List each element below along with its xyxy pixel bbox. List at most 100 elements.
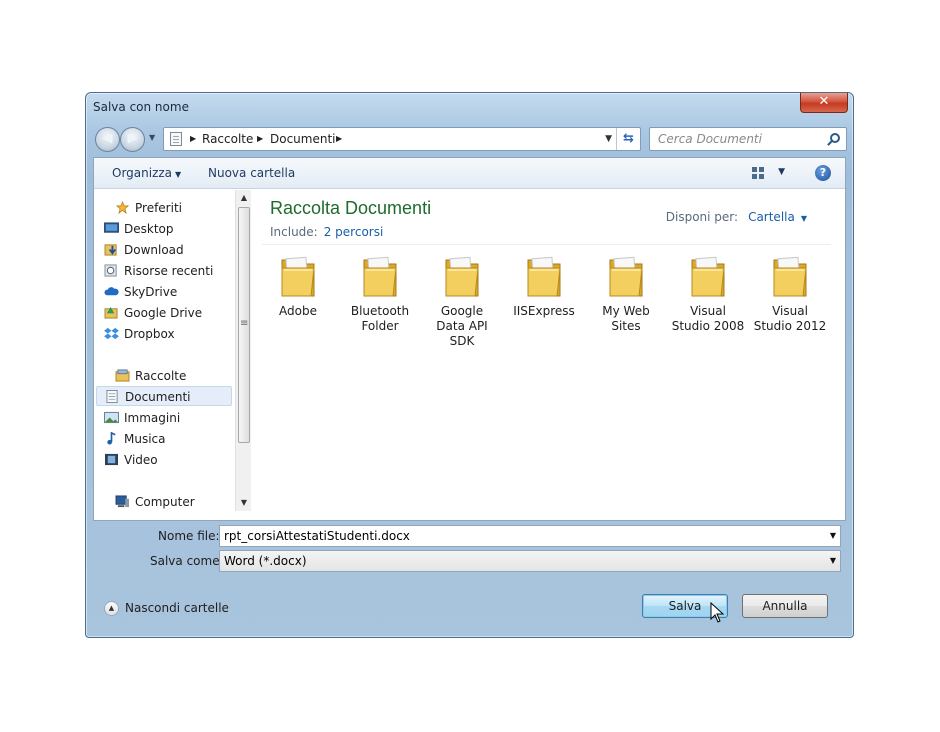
library-title: Raccolta Documenti (270, 198, 432, 218)
search-icon[interactable] (830, 133, 840, 143)
sidebar-item-documents[interactable]: Documenti (96, 386, 232, 406)
folder-item[interactable]: Bluetooth Folder (340, 252, 420, 334)
back-button[interactable]: ◀ (95, 127, 120, 152)
folder-icon (445, 256, 479, 297)
save-as-type-value[interactable]: Word (*.docx) (224, 554, 307, 568)
content-pane: Organizza ▼ Nuova cartella ▼ ? Preferiti … (93, 157, 846, 521)
breadcrumb-separator-icon[interactable]: ▶ (257, 134, 263, 143)
sidebar-item-music[interactable]: Musica (107, 429, 249, 449)
sidebar-item-desktop[interactable]: Desktop (104, 219, 249, 239)
close-button[interactable]: ✕ (800, 93, 848, 113)
sidebar-item-videos[interactable]: Video (105, 450, 249, 470)
folder-label: Visual (690, 304, 726, 318)
google-drive-icon (104, 306, 118, 319)
folder-icon (527, 256, 561, 297)
hide-folders-label: Nascondi cartelle (125, 601, 229, 615)
folder-label: Adobe (279, 304, 317, 318)
sidebar-item-skydrive[interactable]: SkyDrive (104, 282, 249, 302)
navigation-scrollbar[interactable]: ▲ ▼ (235, 190, 251, 511)
chevron-down-icon[interactable]: ▼ (830, 526, 836, 546)
breadcrumb-documenti[interactable]: Documenti (270, 132, 336, 146)
forward-button[interactable]: ▶ (120, 127, 145, 152)
sidebar-item-download[interactable]: Download (104, 240, 249, 260)
filename-field[interactable]: rpt_corsiAttestatiStudenti.docx ▼ (219, 525, 841, 547)
folder-label: SDK (449, 334, 475, 348)
recent-locations-dropdown-icon[interactable]: ▼ (149, 133, 155, 142)
download-icon (104, 244, 117, 256)
folder-label: Data API (436, 319, 488, 333)
computer-icon (115, 495, 129, 508)
folder-label: Google (440, 304, 484, 318)
hide-folders-toggle[interactable]: ▲ Nascondi cartelle (104, 601, 229, 616)
sidebar-item-pictures[interactable]: Immagini (104, 408, 249, 428)
breadcrumb-separator-icon[interactable]: ▶ (190, 134, 196, 143)
command-bar: Organizza ▼ Nuova cartella ▼ ? (94, 158, 845, 189)
sidebar-item-recent-places[interactable]: Risorse recenti (104, 261, 249, 281)
sidebar-item-favorites[interactable]: Preferiti (113, 198, 238, 218)
sidebar-item-computer[interactable]: Computer (113, 492, 238, 511)
views-dropdown-icon[interactable]: ▼ (778, 167, 785, 177)
star-icon (115, 201, 130, 214)
mouse-pointer-icon (710, 602, 725, 623)
libraries-icon (115, 369, 130, 382)
library-include: Include: 2 percorsi (270, 225, 383, 239)
sidebar-item-google-drive[interactable]: Google Drive (104, 303, 249, 323)
folder-label: Visual (772, 304, 808, 318)
views-icon[interactable] (752, 167, 765, 179)
folder-label: Studio 2008 (671, 319, 745, 333)
cancel-button[interactable]: Annulla (742, 594, 828, 618)
breadcrumb-separator-icon[interactable]: ▶ (336, 134, 342, 143)
navigation-bar: ◀ ▶ ▼ ▶ Raccolte ▶ Documenti ▶ ▼ ⇆ Cerca… (93, 126, 847, 152)
file-list: Raccolta Documenti Include: 2 percorsi Di… (252, 190, 845, 511)
folder-icon (773, 256, 807, 297)
video-icon (105, 453, 118, 466)
folder-icon (691, 256, 725, 297)
window-title: Salva con nome (93, 100, 189, 114)
folder-label: Folder (361, 319, 399, 333)
organize-menu[interactable]: Organizza ▼ (112, 166, 181, 180)
chevron-down-icon[interactable]: ▼ (830, 551, 836, 571)
include-label: Include: (270, 225, 318, 239)
sidebar-item-dropbox[interactable]: Dropbox (104, 324, 249, 344)
refresh-icon[interactable]: ⇆ (616, 128, 640, 150)
folder-item[interactable]: Visual Studio 2012 (750, 252, 830, 334)
folder-item[interactable]: Google Data API SDK (422, 252, 502, 349)
title-bar[interactable]: Salva con nome ✕ (86, 93, 853, 121)
folder-item[interactable]: My Web Sites (586, 252, 666, 334)
search-input[interactable]: Cerca Documenti (658, 132, 762, 146)
save-as-type-label: Salva come: (150, 554, 224, 568)
folder-label: IISExpress (513, 304, 575, 318)
recent-places-icon (104, 264, 117, 277)
cloud-icon (104, 287, 119, 296)
music-icon (107, 432, 116, 445)
folder-item[interactable]: Visual Studio 2008 (668, 252, 748, 334)
documents-icon (106, 390, 118, 403)
sidebar-item-libraries[interactable]: Raccolte (113, 366, 238, 386)
filename-value[interactable]: rpt_corsiAttestatiStudenti.docx (224, 529, 410, 543)
breadcrumb-raccolte[interactable]: Raccolte (202, 132, 253, 146)
save-as-dialog: Salva con nome ✕ ◀ ▶ ▼ ▶ Raccolte ▶ Docu… (85, 92, 854, 638)
arrange-by-dropdown[interactable]: Cartella (748, 210, 795, 224)
scroll-down-icon[interactable]: ▼ (236, 495, 252, 511)
include-locations-link[interactable]: 2 percorsi (324, 225, 384, 239)
folder-icon (609, 256, 643, 297)
search-box[interactable]: Cerca Documenti (649, 127, 847, 151)
folder-label: My Web (602, 304, 650, 318)
folder-label: Sites (611, 319, 641, 333)
folder-icon (281, 256, 315, 297)
folder-item[interactable]: Adobe (258, 252, 338, 319)
folder-label: Bluetooth (350, 304, 410, 318)
folder-icon (363, 256, 397, 297)
arrange-label: Disponi per: (665, 210, 739, 224)
navigation-pane: Preferiti Desktop Download Risorse recen… (94, 190, 250, 511)
address-dropdown-icon[interactable]: ▼ (605, 134, 612, 144)
divider (262, 244, 831, 245)
folder-item[interactable]: IISExpress (504, 252, 584, 319)
address-bar[interactable]: ▶ Raccolte ▶ Documenti ▶ ▼ ⇆ (163, 127, 641, 151)
new-folder-button[interactable]: Nuova cartella (208, 166, 295, 180)
save-as-type-select[interactable]: Word (*.docx) ▼ (219, 550, 841, 572)
help-icon[interactable]: ? (815, 165, 831, 181)
chevron-down-icon[interactable]: ▼ (801, 214, 807, 223)
scrollbar-thumb[interactable] (238, 207, 250, 443)
scroll-up-icon[interactable]: ▲ (236, 190, 252, 206)
